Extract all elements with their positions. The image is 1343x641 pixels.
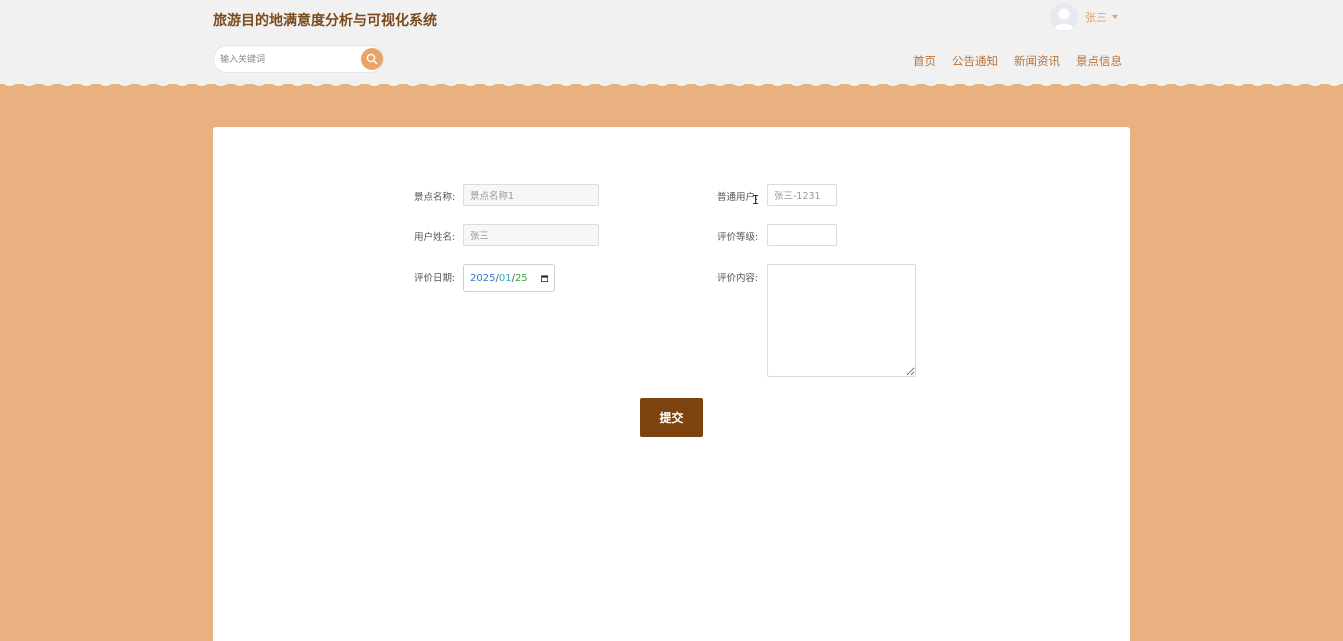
search-button[interactable] (361, 48, 383, 70)
review-form-card: 景点名称: 普通用户: 用户姓名: 评价等级: 评价日期: 2025/01/25… (213, 127, 1130, 641)
user-menu[interactable]: 张三 (1050, 3, 1118, 31)
user-field[interactable] (767, 184, 837, 206)
date-year[interactable]: 2025 (470, 273, 495, 284)
date-field[interactable]: 2025/01/25 (463, 264, 555, 292)
calendar-icon[interactable] (540, 273, 548, 284)
user-fullname-field[interactable] (463, 224, 599, 246)
header: 旅游目的地满意度分析与可视化系统 张三 首页 公告通知 新闻资讯 景点信息 (0, 0, 1343, 84)
submit-button[interactable]: 提交 (640, 398, 703, 437)
text-cursor-icon: I (752, 193, 760, 207)
spot-name-label: 景点名称: (414, 192, 456, 203)
date-label: 评价日期: (414, 273, 456, 284)
content-label: 评价内容: (717, 273, 759, 284)
main-nav: 首页 公告通知 新闻资讯 景点信息 (913, 53, 1122, 69)
nav-spots[interactable]: 景点信息 (1076, 53, 1122, 69)
date-month[interactable]: 01 (499, 273, 512, 284)
search-icon (366, 53, 378, 65)
user-name[interactable]: 张三 (1085, 9, 1107, 25)
search-input[interactable] (220, 52, 355, 68)
user-avatar-icon (1054, 8, 1074, 30)
nav-news[interactable]: 新闻资讯 (1014, 53, 1060, 69)
date-day[interactable]: 25 (515, 273, 528, 284)
rating-field[interactable] (767, 224, 837, 246)
user-fullname-label: 用户姓名: (414, 232, 456, 243)
wave-divider (0, 77, 1343, 86)
search-box (213, 45, 384, 73)
nav-home[interactable]: 首页 (913, 53, 936, 69)
spot-name-field[interactable] (463, 184, 599, 206)
chevron-down-icon[interactable] (1112, 15, 1118, 19)
rating-label: 评价等级: (717, 232, 759, 243)
site-title: 旅游目的地满意度分析与可视化系统 (213, 13, 437, 29)
avatar[interactable] (1050, 3, 1078, 31)
content-textarea[interactable] (767, 264, 916, 377)
nav-notice[interactable]: 公告通知 (952, 53, 998, 69)
